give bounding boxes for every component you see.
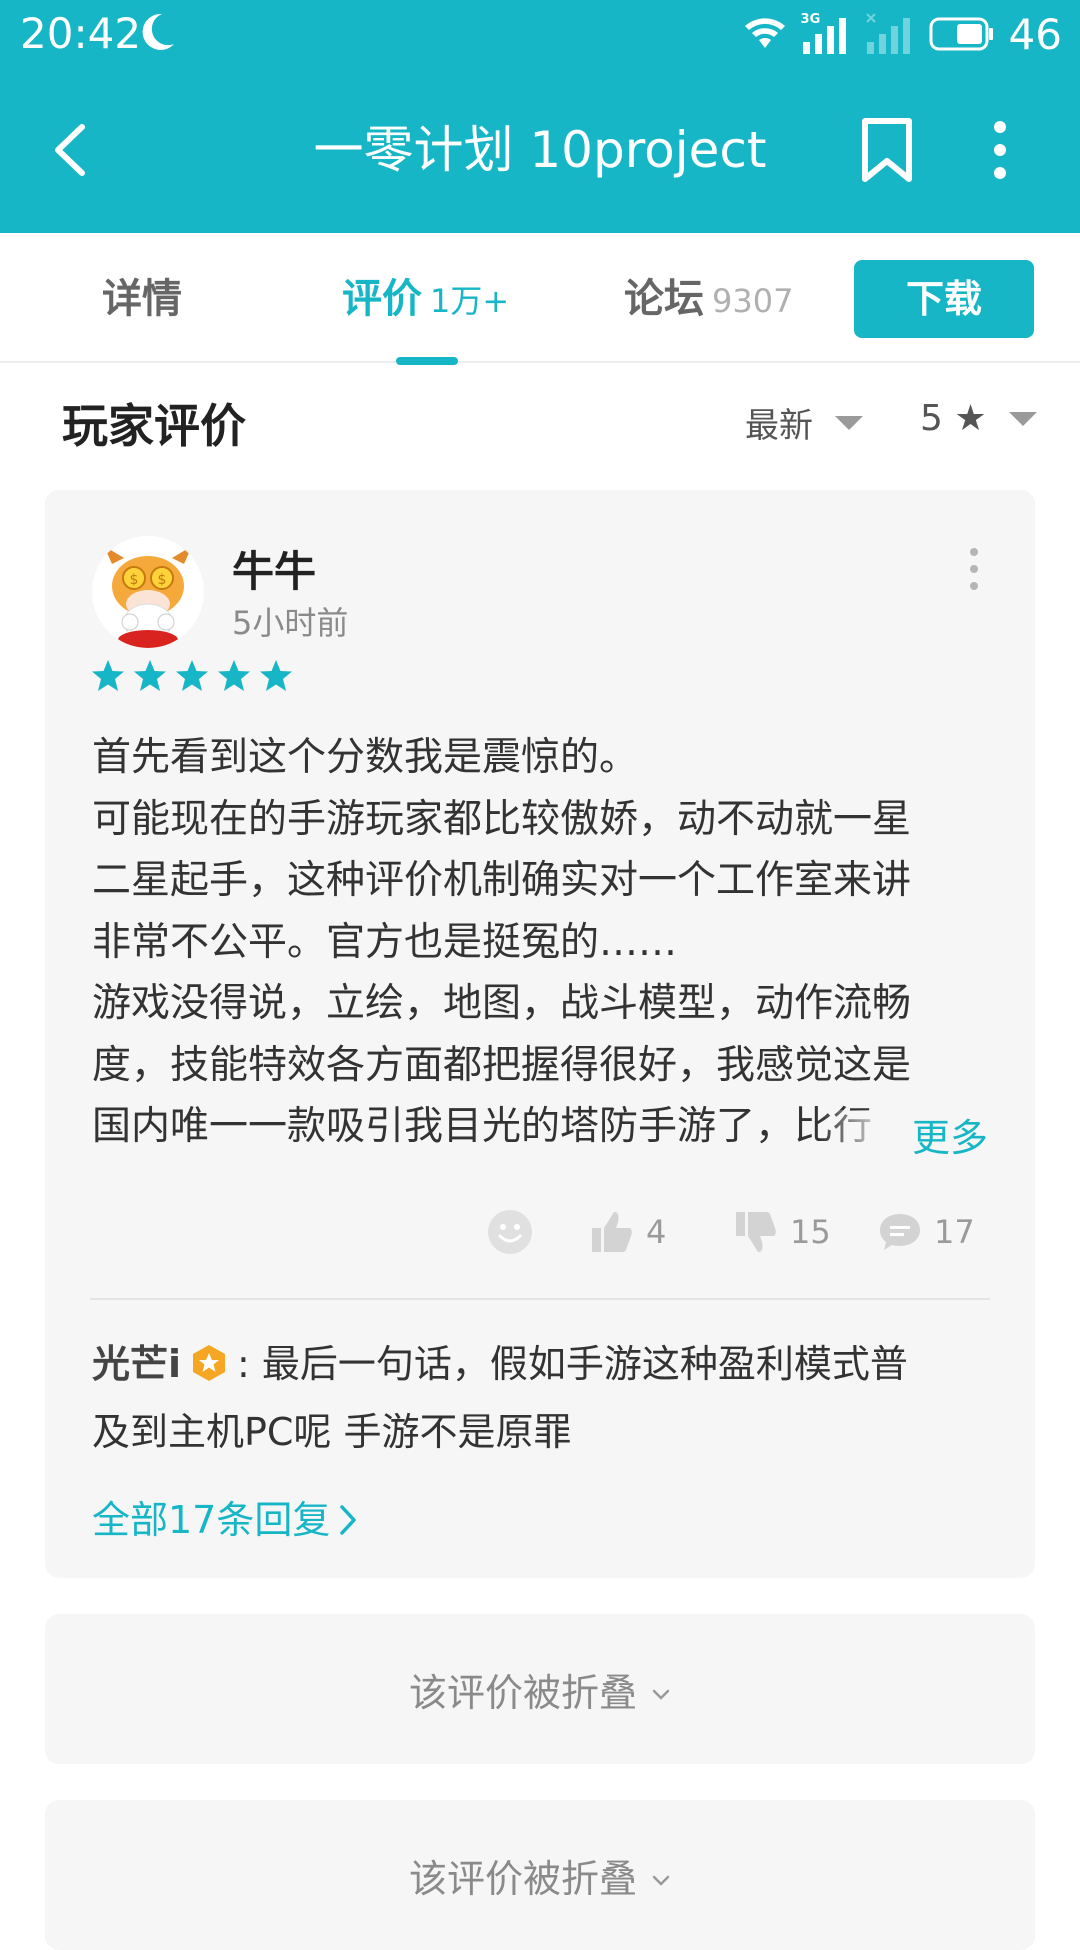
star-icon	[176, 660, 208, 691]
tab-forum[interactable]: 论坛 9307	[624, 269, 793, 331]
svg-text:$: $	[130, 572, 139, 588]
folded-label: 该评价被折叠	[408, 1671, 637, 1715]
review-line: 游戏没得说，立绘，地图，战斗模型，动作流畅	[92, 981, 912, 1026]
tab-label: 评价	[342, 276, 422, 322]
star-icon	[134, 660, 166, 691]
review-menu-icon[interactable]	[962, 544, 986, 594]
comment-count: 17	[934, 1213, 975, 1251]
signal-weak-icon	[865, 13, 910, 54]
reply-text: : 最后一句话，假如手游这种盈利模式普	[237, 1342, 908, 1386]
reply-username[interactable]: 光芒i	[92, 1342, 181, 1386]
chevron-down-icon	[835, 415, 863, 430]
dislike-count: 15	[790, 1213, 831, 1251]
sort-value: 最新	[745, 406, 813, 446]
dislike-button[interactable]: 15	[734, 1202, 831, 1262]
chevron-down-icon	[652, 1875, 670, 1886]
review-line: 非常不公平。官方也是挺冤的……	[92, 919, 678, 965]
status-time: 20:42	[20, 9, 142, 58]
review-line: 度，技能特效各方面都把握得很好，我感觉这是	[92, 1042, 912, 1088]
smiley-icon	[488, 1210, 532, 1254]
all-replies-link[interactable]: 全部17条回复	[92, 1490, 358, 1550]
review-line: 二星起手，这种评价机制确实对一个工作室来讲	[92, 858, 912, 903]
review-line: 可能现在的手游玩家都比较傲娇，动不动就一星	[92, 796, 912, 842]
review-actions: 4 15 17	[0, 1202, 1080, 1262]
folded-review[interactable]: 该评价被折叠	[45, 1800, 1035, 1950]
rating-stars	[90, 658, 294, 694]
app-header: 20:42 3G 46 一零计划 10project	[0, 0, 1080, 233]
text-fade	[820, 1110, 910, 1176]
more-options-button[interactable]	[975, 115, 1025, 185]
sort-dropdown[interactable]: 最新	[745, 398, 863, 447]
badge-icon	[193, 1345, 226, 1381]
reply-text: 及到主机PC呢 手游不是原罪	[92, 1410, 572, 1454]
signal-icon: 3G	[801, 12, 851, 56]
cow-avatar-icon: $ $	[92, 536, 204, 648]
tab-count: 9307	[712, 282, 794, 320]
battery-level: 46	[1008, 9, 1062, 59]
emoji-button[interactable]	[486, 1202, 534, 1262]
review-time: 5小时前	[232, 604, 349, 642]
status-indicators: 3G 46	[743, 8, 1062, 60]
avatar[interactable]: $ $	[92, 536, 204, 648]
bookmark-button[interactable]	[852, 115, 922, 185]
chevron-right-icon	[340, 1505, 357, 1535]
tab-label: 论坛	[624, 276, 704, 322]
star-filter-dropdown[interactable]: 5 ★	[920, 398, 1037, 439]
star-icon	[218, 660, 250, 691]
tab-count: 1万+	[430, 282, 510, 320]
like-count: 4	[646, 1213, 667, 1251]
download-button[interactable]: 下载	[854, 260, 1034, 338]
like-button[interactable]: 4	[590, 1202, 666, 1262]
thumbs-down-icon	[736, 1212, 776, 1252]
comment-icon	[880, 1214, 920, 1250]
tab-details[interactable]: 详情	[102, 269, 182, 329]
star-icon	[260, 660, 292, 691]
star-icon	[92, 660, 124, 691]
review-line: 首先看到这个分数我是震惊的。	[92, 735, 639, 780]
tab-reviews[interactable]: 评价 1万+	[342, 269, 509, 331]
divider	[90, 1298, 990, 1300]
svg-text:$: $	[158, 572, 167, 588]
wifi-icon	[744, 18, 785, 48]
chevron-down-icon	[1008, 411, 1037, 426]
moon-icon	[142, 13, 174, 50]
section-title: 玩家评价	[62, 399, 246, 453]
more-link[interactable]: 更多	[912, 1108, 989, 1168]
tab-label: 详情	[102, 276, 182, 322]
star-filter-value: 5 ★	[920, 398, 987, 439]
folded-label: 该评价被折叠	[408, 1857, 637, 1901]
review-username[interactable]: 牛牛	[232, 538, 316, 599]
review-body: 首先看到这个分数我是震惊的。 可能现在的手游玩家都比较傲娇，动不动就一星 二星起…	[92, 727, 992, 1157]
tab-indicator	[396, 357, 458, 365]
comment-button[interactable]: 17	[878, 1202, 975, 1262]
chevron-down-icon	[652, 1689, 670, 1700]
all-replies-label: 全部17条回复	[92, 1498, 331, 1542]
thumbs-up-icon	[592, 1212, 632, 1252]
reply-preview[interactable]: 光芒i : 最后一句话，假如手游这种盈利模式普 及到主机PC呢 手游不是原罪	[92, 1330, 992, 1466]
folded-review[interactable]: 该评价被折叠	[45, 1614, 1035, 1764]
battery-icon	[929, 17, 993, 51]
